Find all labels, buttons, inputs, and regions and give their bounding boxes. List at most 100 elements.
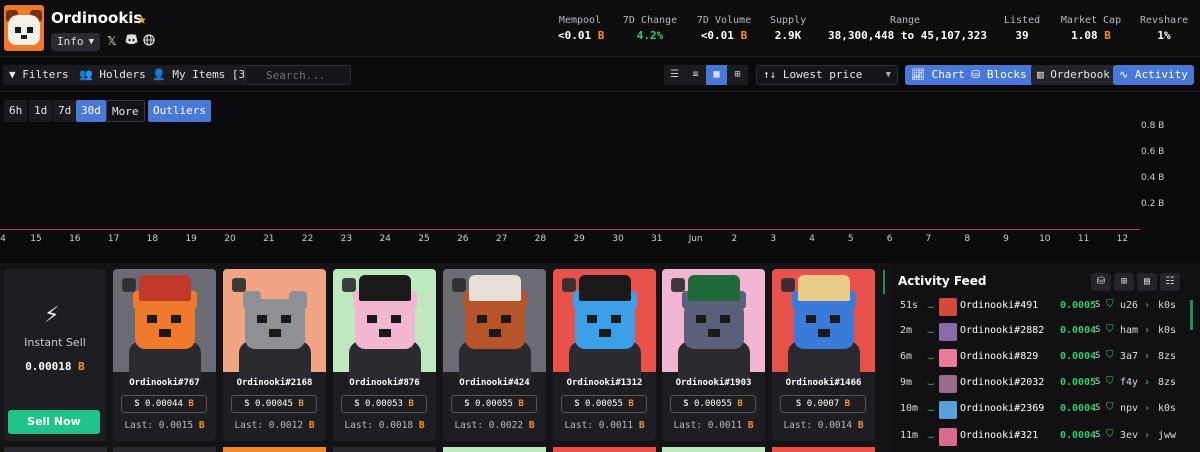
coins-icon[interactable]: ⛁	[1091, 273, 1111, 291]
buy-price-button[interactable]: S 0.00055 B	[561, 395, 647, 413]
activity-nft-name[interactable]: Ordinooki#491	[960, 300, 1038, 311]
select-checkbox[interactable]	[452, 278, 466, 292]
activity-from[interactable]: u26	[1120, 300, 1138, 311]
activity-time: 9m	[900, 377, 913, 388]
activity-toggle-button[interactable]: ∿ Activity	[1113, 65, 1194, 85]
activity-from[interactable]: npv	[1120, 403, 1138, 414]
chart-toggle-button[interactable]: 📈︎ Chart	[905, 65, 971, 85]
activity-row[interactable]: 51s ‿ Ordinooki#491 0.0005 S ⛉ u26 › k0s	[890, 295, 1190, 319]
x-tick-label: 2	[731, 234, 738, 244]
nft-card-next-row[interactable]	[553, 447, 656, 452]
settings-icon[interactable]: ☷	[1160, 273, 1180, 291]
store-icon[interactable]: ▤	[1137, 273, 1157, 291]
buy-price-button[interactable]: S 0.00053 B	[341, 395, 427, 413]
buy-price-button[interactable]: S 0.00045 B	[231, 395, 317, 413]
range-more[interactable]: More	[106, 100, 145, 122]
buy-price-button[interactable]: S 0.00055 B	[670, 395, 756, 413]
star-icon[interactable]: ★	[137, 9, 147, 28]
select-checkbox[interactable]	[671, 278, 685, 292]
sell-now-button[interactable]: Sell Now	[8, 410, 100, 434]
holders-button[interactable]: 👥 Holders	[73, 65, 152, 85]
filters-button[interactable]: ▼ Filters	[3, 65, 75, 85]
view-grid-large-icon[interactable]: ▦	[706, 65, 727, 85]
activity-row[interactable]: 11m ‿ Ordinooki#321 0.0004 S ⛉ 3ev › jww	[890, 425, 1190, 449]
activity-to[interactable]: k0s	[1158, 403, 1176, 414]
activity-nft-name[interactable]: Ordinooki#2032	[960, 377, 1044, 388]
magic-eden-icon: S	[1095, 430, 1101, 440]
x-tick-label: 11	[1077, 234, 1090, 244]
activity-row[interactable]: 10m ‿ Ordinooki#2369 0.0004 S ⛉ npv › k0…	[890, 398, 1190, 422]
x-tick-label: 19	[185, 234, 197, 244]
view-list-icon[interactable]: ≡	[685, 65, 706, 85]
my-items-button[interactable]: 👤 My Items [3]	[146, 65, 258, 85]
nft-card-next-row[interactable]	[443, 447, 546, 452]
activity-to[interactable]: jww	[1158, 430, 1176, 441]
activity-from[interactable]: 3a7	[1120, 351, 1138, 362]
range-6h[interactable]: 6h	[4, 100, 28, 122]
range-1d[interactable]: 1d	[29, 100, 53, 122]
activity-row[interactable]: 9m ‿ Ordinooki#2032 0.0005 S ⛉ f4y › 8zs	[890, 372, 1190, 396]
feed-scrollbar[interactable]	[1190, 300, 1193, 330]
activity-from[interactable]: ham	[1120, 325, 1138, 336]
info-dropdown[interactable]: Info ▼	[51, 33, 100, 51]
nft-card-next-row[interactable]	[4, 447, 107, 452]
discord-icon[interactable]	[125, 34, 138, 48]
activity-nft-name[interactable]: Ordinooki#2882	[960, 325, 1044, 336]
activity-from[interactable]: f4y	[1120, 377, 1138, 388]
activity-to[interactable]: 8zs	[1158, 377, 1176, 388]
activity-from[interactable]: 3ev	[1120, 430, 1138, 441]
sale-icon: ‿	[928, 375, 935, 386]
select-checkbox[interactable]	[122, 278, 136, 292]
nft-name: Ordinooki#876	[349, 378, 420, 388]
activity-nft-name[interactable]: Ordinooki#321	[960, 430, 1038, 441]
select-checkbox[interactable]	[342, 278, 356, 292]
nft-card-next-row[interactable]	[113, 447, 216, 452]
activity-row[interactable]: 2m ‿ Ordinooki#2882 0.0004 S ⛉ ham › k0s	[890, 320, 1190, 344]
globe-icon[interactable]	[143, 34, 155, 49]
buy-price-button[interactable]: S 0.0007 B	[780, 395, 866, 413]
x-tick-label: 4	[0, 234, 6, 244]
blocks-toggle-button[interactable]: ⛁ Blocks	[965, 65, 1033, 85]
nft-card[interactable]: Ordinooki#2168 S 0.00045 B Last: 0.0012 …	[223, 269, 326, 441]
range-outliers[interactable]: Outliers	[148, 100, 211, 122]
activity-to[interactable]: k0s	[1158, 325, 1176, 336]
view-list-compact-icon[interactable]: ☰	[664, 65, 685, 85]
stat-supply: Supply 2.9K	[770, 15, 807, 42]
last-sale: Last: 0.0011 B	[673, 420, 754, 431]
nft-card[interactable]: Ordinooki#767 S 0.00044 B Last: 0.0015 B	[113, 269, 216, 441]
view-grid-icon[interactable]: ⊞	[727, 65, 748, 85]
instant-sell-value: 0.00018 B	[25, 360, 85, 373]
x-icon[interactable]: 𝕏	[107, 34, 117, 48]
nft-card[interactable]: Ordinooki#1466 S 0.0007 B Last: 0.0014 B	[772, 269, 875, 441]
activity-to[interactable]: k0s	[1158, 300, 1176, 311]
nft-card-next-row[interactable]	[333, 447, 436, 452]
search-input[interactable]	[245, 65, 351, 85]
nft-card[interactable]: Ordinooki#1903 S 0.00055 B Last: 0.0011 …	[662, 269, 765, 441]
select-checkbox[interactable]	[562, 278, 576, 292]
magic-eden-icon: S	[464, 399, 470, 409]
orderbook-button[interactable]: ▥ Orderbook	[1031, 65, 1116, 85]
range-30d[interactable]: 30d	[76, 100, 106, 122]
arrow-right-icon: ›	[1144, 430, 1151, 441]
nft-card-next-row[interactable]	[662, 447, 765, 452]
select-checkbox[interactable]	[781, 278, 795, 292]
buy-price-button[interactable]: S 0.00044 B	[121, 395, 207, 413]
activity-price: 0.0004	[1060, 403, 1097, 414]
select-checkbox[interactable]	[232, 278, 246, 292]
sort-select[interactable]: ↑↓ Lowest price ▼	[756, 65, 898, 85]
nft-card[interactable]: Ordinooki#876 S 0.00053 B Last: 0.0018 B	[333, 269, 436, 441]
nft-card-next-row[interactable]	[223, 447, 326, 452]
nft-name: Ordinooki#2168	[236, 378, 313, 388]
buy-price-button[interactable]: S 0.00055 B	[451, 395, 537, 413]
stat-7d-volume: 7D Volume <0.01 B	[696, 15, 752, 42]
activity-row[interactable]: 6m ‿ Ordinooki#829 0.0004 S ⛉ 3a7 › 8zs	[890, 346, 1190, 370]
nft-card[interactable]: Ordinooki#1312 S 0.00055 B Last: 0.0011 …	[553, 269, 656, 441]
nft-card[interactable]: Ordinooki#424 S 0.00055 B Last: 0.0022 B	[443, 269, 546, 441]
activity-nft-name[interactable]: Ordinooki#829	[960, 351, 1038, 362]
activity-nft-name[interactable]: Ordinooki#2369	[960, 403, 1044, 414]
nft-thumbnail	[939, 349, 957, 367]
grid-icon[interactable]: ⊞	[1114, 273, 1134, 291]
range-7d[interactable]: 7d	[53, 100, 77, 122]
nft-card-next-row[interactable]	[772, 447, 875, 452]
activity-to[interactable]: 8zs	[1158, 351, 1176, 362]
